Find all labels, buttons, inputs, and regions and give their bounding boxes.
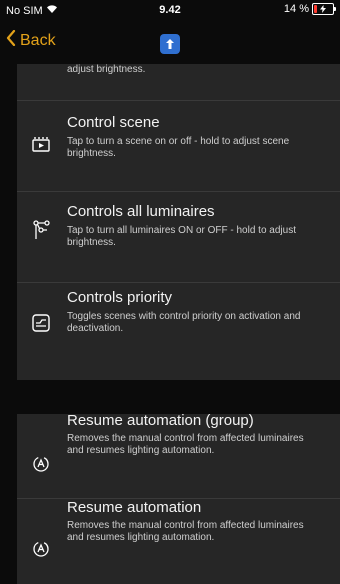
item-desc: Removes the manual control from affected…	[67, 520, 304, 543]
list-item-control-scene[interactable]: Control scene Tap to turn a scene on or …	[17, 101, 340, 191]
scene-icon	[31, 134, 51, 154]
item-title: Controls priority	[67, 289, 173, 306]
actions-group: adjust brightness. Control scene Tap to …	[17, 64, 340, 380]
item-desc: adjust brightness.	[67, 64, 146, 75]
list-item[interactable]: adjust brightness.	[17, 64, 340, 100]
list-item-controls-all-luminaires[interactable]: Controls all luminaires Tap to turn all …	[17, 192, 340, 282]
status-bar: No SIM 9.42 14 %	[0, 0, 340, 22]
automation-icon	[31, 539, 51, 559]
list-item-resume-automation[interactable]: Resume automation Removes the manual con…	[17, 499, 340, 584]
item-desc: Tap to turn all luminaires ON or OFF - h…	[67, 225, 296, 248]
nav-bar: Back	[0, 22, 340, 64]
priority-icon	[31, 313, 51, 333]
back-button[interactable]: Back	[6, 29, 56, 51]
back-label: Back	[20, 31, 56, 49]
battery-percent: 14 %	[283, 3, 309, 15]
list-item-controls-priority[interactable]: Controls priority Toggles scenes with co…	[17, 283, 340, 380]
list-item-resume-automation-group[interactable]: Resume automation (group) Removes the ma…	[17, 412, 340, 498]
luminaires-icon	[31, 220, 51, 240]
settings-list[interactable]: adjust brightness. Control scene Tap to …	[0, 64, 340, 584]
item-desc: Toggles scenes with control priority on …	[67, 311, 301, 334]
app-logo-icon	[160, 34, 180, 54]
item-desc: Removes the manual control from affected…	[67, 433, 304, 456]
automation-group: Resume automation (group) Removes the ma…	[17, 412, 340, 584]
item-title: Control scene	[67, 114, 160, 131]
item-title: Resume automation	[67, 499, 202, 516]
automation-icon	[31, 454, 51, 474]
battery-icon	[312, 3, 336, 15]
item-title: Resume automation (group)	[67, 412, 254, 429]
item-desc: Tap to turn a scene on or off - hold to …	[67, 136, 290, 159]
chevron-left-icon	[6, 29, 16, 51]
status-right: 14 %	[283, 3, 336, 15]
item-title: Controls all luminaires	[67, 203, 215, 220]
